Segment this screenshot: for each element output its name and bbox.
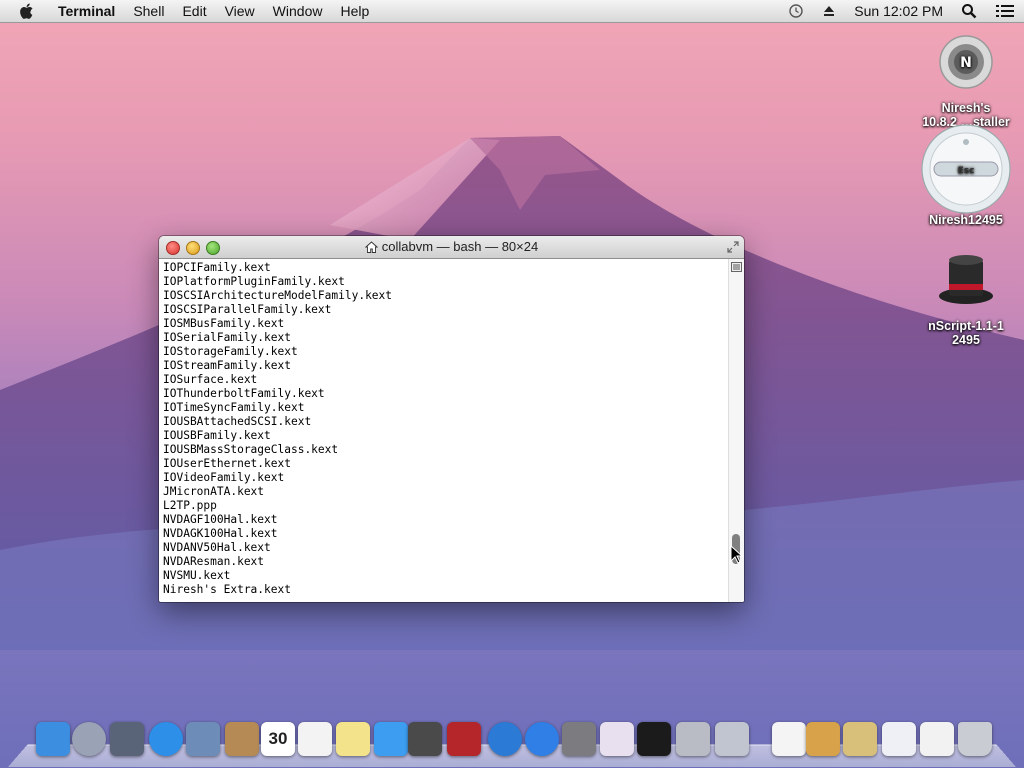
home-folder-icon — [365, 241, 378, 254]
terminal-line: JMicronATA.kext — [163, 485, 729, 499]
terminal-line: IOVideoFamily.kext — [163, 471, 729, 485]
menu-view[interactable]: View — [216, 0, 264, 22]
fullscreen-icon[interactable] — [727, 241, 739, 253]
terminal-output[interactable]: IOPCIFamily.kext IOPlatformPluginFamily.k… — [159, 259, 729, 602]
finder-icon[interactable] — [36, 722, 70, 756]
terminal-line: NVDAGK100Hal.kext — [163, 527, 729, 541]
menu-edit[interactable]: Edit — [173, 0, 215, 22]
trash-icon[interactable] — [958, 722, 992, 756]
menu-extras: Sun 12:02 PM — [779, 3, 1024, 19]
menu-app-name[interactable]: Terminal — [48, 0, 124, 22]
notes-icon[interactable] — [336, 722, 370, 756]
terminal-line: IOUSBMassStorageClass.kext — [163, 443, 729, 457]
terminal-title: collabvm — bash — 80×24 — [382, 236, 538, 258]
minimize-button[interactable] — [186, 241, 200, 255]
split-pane-icon[interactable] — [731, 262, 742, 272]
facetime-icon[interactable] — [408, 722, 442, 756]
desktop-icon-remote[interactable]: Esc Niresh12495 — [918, 124, 1014, 227]
utility-icon[interactable] — [715, 722, 749, 756]
terminal-line: NVSMU.kext — [163, 569, 729, 583]
desktop-icon-remote-label: Niresh12495 — [918, 213, 1014, 227]
contacts-icon[interactable] — [225, 722, 259, 756]
mail-icon[interactable] — [186, 722, 220, 756]
terminal-line: IOSurface.kext — [163, 373, 729, 387]
terminal-line: IOUSBFamily.kext — [163, 429, 729, 443]
terminal-icon[interactable] — [637, 722, 671, 756]
photo-booth-icon[interactable] — [447, 722, 481, 756]
zoom-button[interactable] — [206, 241, 220, 255]
terminal-line: IOSCSIParallelFamily.kext — [163, 303, 729, 317]
installer-disk-icon: N — [938, 34, 994, 90]
notification-center-icon[interactable] — [995, 3, 1015, 19]
terminal-line: IOUserEthernet.kext — [163, 457, 729, 471]
terminal-line: L2TP.ppp — [163, 499, 729, 513]
remote-control-icon: Esc — [920, 124, 1012, 214]
stack2-icon[interactable] — [843, 722, 877, 756]
window-icon[interactable] — [882, 722, 916, 756]
terminal-line: IOStreamFamily.kext — [163, 359, 729, 373]
desktop-icon-nscript[interactable]: nScript-1.1-1 2495 — [918, 252, 1014, 347]
itunes-icon[interactable] — [488, 722, 522, 756]
menu-help[interactable]: Help — [331, 0, 378, 22]
apple-icon[interactable] — [18, 2, 36, 20]
terminal-line: Niresh's Extra.kext — [163, 583, 729, 597]
terminal-line: IOThunderboltFamily.kext — [163, 387, 729, 401]
terminal-line: NVDAResman.kext — [163, 555, 729, 569]
desktop-icon-nscript-label-2: 2495 — [918, 333, 1014, 347]
calendar-date-label: 30 — [261, 722, 295, 756]
spotlight-search-icon[interactable] — [961, 3, 977, 19]
terminal-line: IOUSBAttachedSCSI.kext — [163, 415, 729, 429]
downloads-icon[interactable] — [676, 722, 710, 756]
desktop-icon-installer-label-1: Niresh's — [918, 101, 1014, 115]
system-preferences-icon[interactable] — [562, 722, 596, 756]
desktop-icon-installer[interactable]: N Niresh's 10.8.2 …staller — [918, 34, 1014, 129]
terminal-line: IOPlatformPluginFamily.kext — [163, 275, 729, 289]
stack-icon[interactable] — [806, 722, 840, 756]
terminal-line: NVDANV50Hal.kext — [163, 541, 729, 555]
terminal-line: IOStorageFamily.kext — [163, 345, 729, 359]
menu-clock[interactable]: Sun 12:02 PM — [854, 3, 943, 19]
launchpad-icon[interactable] — [72, 722, 106, 756]
terminal-line: IOSMBusFamily.kext — [163, 317, 729, 331]
safari-icon[interactable] — [149, 722, 183, 756]
mission-control-icon[interactable] — [110, 722, 144, 756]
terminal-line: NVDAGF100Hal.kext — [163, 513, 729, 527]
window2-icon[interactable] — [920, 722, 954, 756]
mouse-cursor-icon — [730, 545, 744, 565]
terminal-titlebar[interactable]: collabvm — bash — 80×24 — [159, 236, 744, 259]
terminal-line: IOTimeSyncFamily.kext — [163, 401, 729, 415]
desktop-icon-nscript-label-1: nScript-1.1-1 — [918, 319, 1014, 333]
menu-window[interactable]: Window — [264, 0, 332, 22]
menu-shell[interactable]: Shell — [124, 0, 173, 22]
top-hat-icon — [936, 252, 996, 308]
menu-bar: Terminal Shell Edit View Window Help Sun… — [0, 0, 1024, 23]
unicorn-icon[interactable] — [600, 722, 634, 756]
app-store-icon[interactable] — [525, 722, 559, 756]
calendar-icon[interactable]: 30 — [261, 722, 295, 756]
reminders-icon[interactable] — [298, 722, 332, 756]
svg-text:N: N — [960, 55, 972, 71]
close-button[interactable] — [166, 241, 180, 255]
time-machine-icon[interactable] — [788, 3, 804, 19]
terminal-line: IOSerialFamily.kext — [163, 331, 729, 345]
terminal-line: IOSCSIArchitectureModelFamily.kext — [163, 289, 729, 303]
eject-icon[interactable] — [822, 4, 836, 18]
remote-esc-label: Esc — [958, 166, 975, 176]
messages-icon[interactable] — [374, 722, 408, 756]
terminal-line: IOPCIFamily.kext — [163, 261, 729, 275]
document-icon[interactable] — [772, 722, 806, 756]
terminal-window[interactable]: collabvm — bash — 80×24 IOPCIFamily.kext… — [159, 236, 744, 602]
